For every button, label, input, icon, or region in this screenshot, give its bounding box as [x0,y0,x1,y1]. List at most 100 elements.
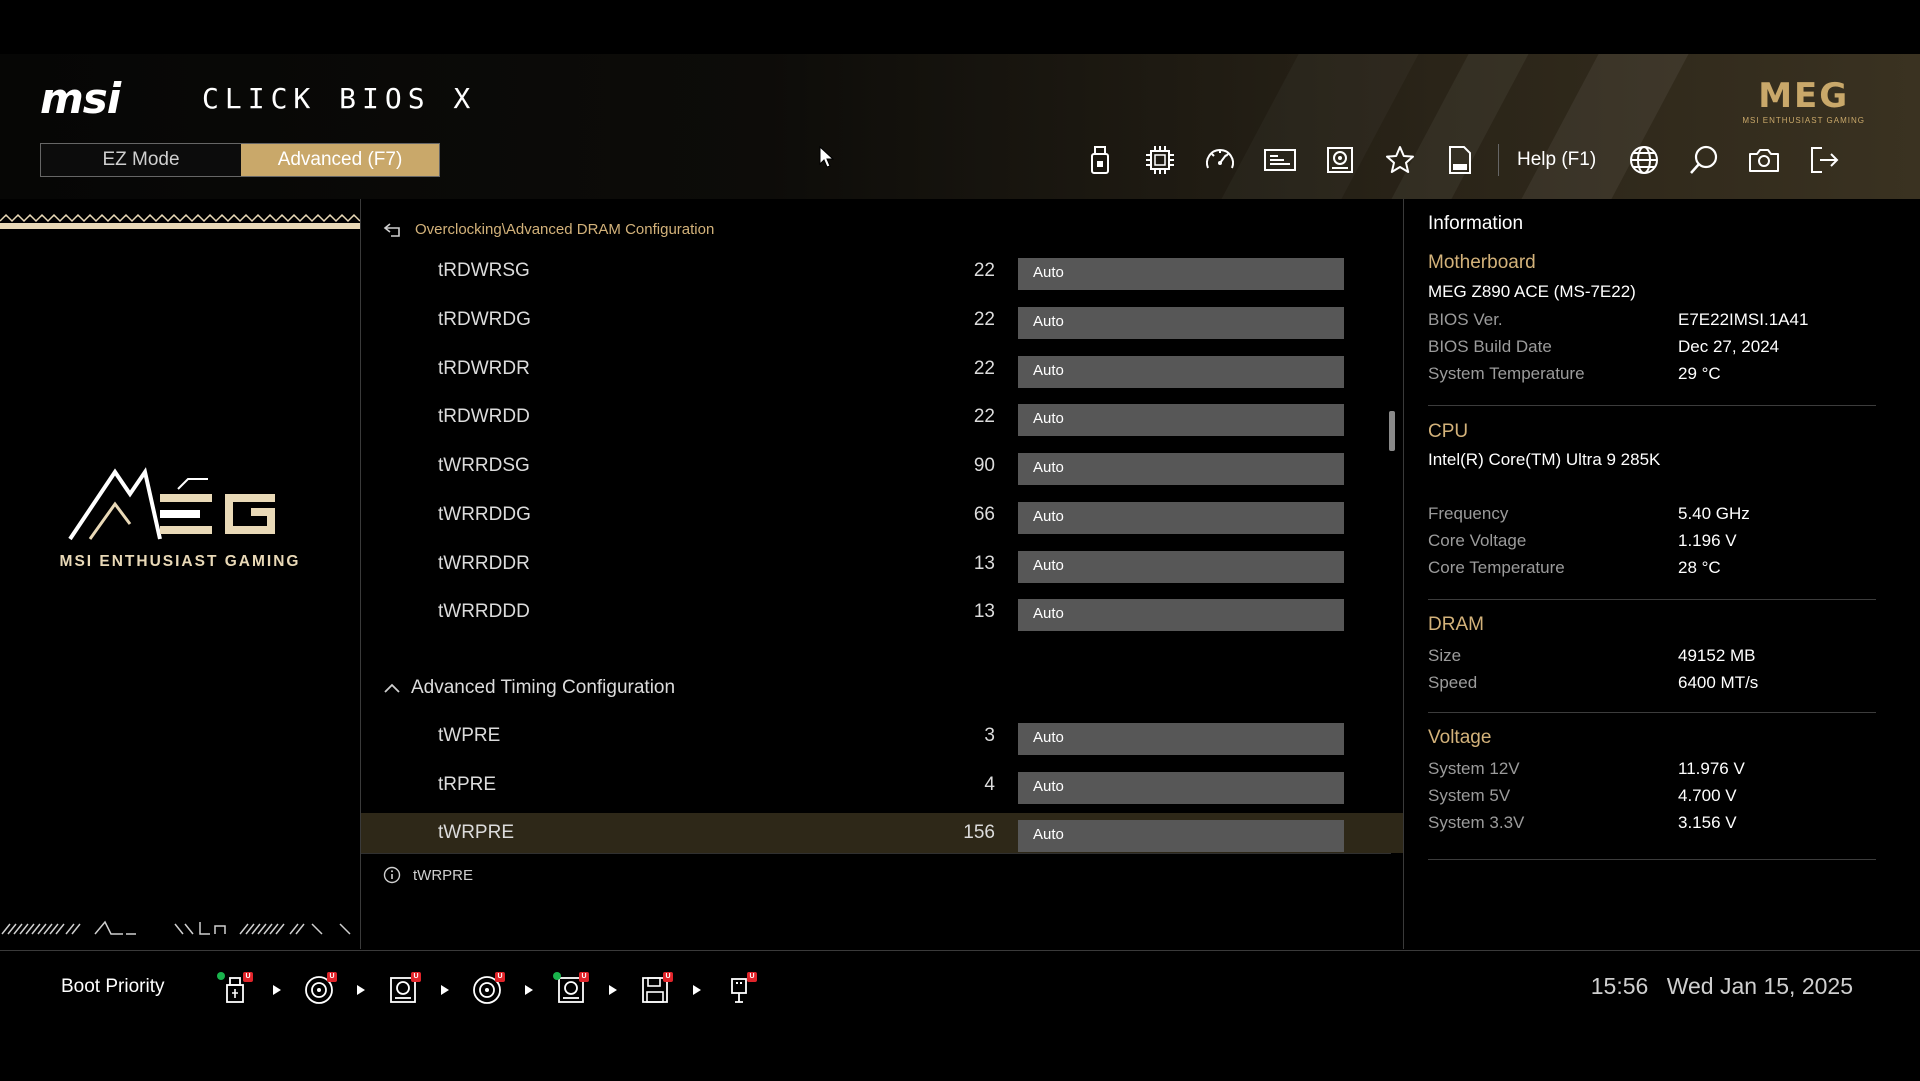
arrow-right-icon [507,984,551,996]
section-divider [1428,712,1876,713]
section-divider [1428,405,1876,406]
setting-field-value: Auto [1033,264,1064,281]
dram-size-label: Size [1428,646,1462,665]
globe-icon[interactable] [1614,142,1674,178]
setting-dropdown[interactable]: Auto [1018,772,1344,804]
setting-dropdown[interactable]: Auto [1018,599,1344,631]
exit-icon[interactable] [1794,142,1854,178]
setting-dropdown[interactable]: Auto [1018,453,1344,485]
help-button[interactable]: Help (F1) [1517,149,1596,171]
arrow-right-icon [675,984,719,996]
setting-dropdown[interactable]: Auto [1018,723,1344,755]
system-12v-value: 11.976 V [1678,759,1745,778]
setting-value: 66 [973,504,995,525]
speedometer-icon[interactable] [1190,142,1250,178]
log-file-icon[interactable] [1430,142,1490,178]
advanced-mode-button[interactable]: Advanced (F7) [241,144,439,176]
monitor-panel-icon[interactable] [1250,142,1310,178]
setting-name: tRDWRDG [438,309,531,330]
system-temperature-label: System Temperature [1428,364,1585,383]
setting-name: tRDWRSG [438,260,530,281]
setting-value: 90 [973,455,995,476]
setting-row[interactable]: tWRRDDD 13 Auto [361,592,1403,632]
usb-device-icon[interactable]: U [719,972,759,1008]
setting-row[interactable]: tRPRE 4 Auto [361,765,1403,805]
setting-dropdown[interactable]: Auto [1018,356,1344,388]
ez-mode-button[interactable]: EZ Mode [41,144,241,176]
setting-name: tRDWRDR [438,358,530,379]
setting-dropdown[interactable]: Auto [1018,307,1344,339]
back-arrow-icon [383,222,400,237]
setting-row[interactable]: tWRRDSG 90 Auto [361,446,1403,486]
header-bar: msi CLICK BIOS X EZ Mode Advanced (F7) H… [0,54,1920,199]
setting-field-value: Auto [1033,605,1064,622]
system-3v3-value: 3.156 V [1678,813,1737,832]
clock-time: 15:56 [1590,973,1649,999]
status-dot [553,972,561,980]
item-help: tWRPRE [383,866,473,884]
usb-flash-icon[interactable] [1070,142,1130,178]
system-5v-label: System 5V [1428,786,1511,805]
arrow-right-icon [255,984,299,996]
setting-dropdown[interactable]: Auto [1018,820,1344,852]
setting-row[interactable]: tRDWRDR 22 Auto [361,349,1403,389]
bottom-pattern-decoration [1,920,351,935]
meg-emblem-tagline: MSI ENTHUSIAST GAMING [59,553,301,570]
search-icon[interactable] [1674,142,1734,178]
meg-logo-text: MEG [1758,76,1850,116]
optical-disc-icon[interactable]: U [299,972,339,1008]
bios-build-date-value: Dec 27, 2024 [1678,337,1780,356]
setting-dropdown[interactable]: Auto [1018,551,1344,583]
setting-row[interactable]: tRDWRSG 22 Auto [361,251,1403,291]
setting-dropdown[interactable]: Auto [1018,258,1344,290]
setting-name: tRPRE [438,774,497,795]
screenshot-camera-icon[interactable] [1734,142,1794,178]
arrow-right-icon [423,984,467,996]
meg-tagline: MSI ENTHUSIAST GAMING [1742,116,1865,125]
core-voltage-value: 1.196 V [1678,531,1737,550]
mode-switch: EZ Mode Advanced (F7) [40,143,440,177]
setting-row[interactable]: tWPRE 3 Auto [361,716,1403,756]
setting-field-value: Auto [1033,459,1064,476]
optical-disc-icon[interactable]: U [467,972,507,1008]
setting-field-value: Auto [1033,508,1064,525]
usb-key-icon[interactable]: U [215,972,255,1008]
setting-name: tWRRDDR [438,553,530,574]
left-panel: MSI ENTHUSIAST GAMING [0,199,361,949]
system-3v3-label: System 3.3V [1428,813,1525,832]
setting-field-value: Auto [1033,729,1064,746]
core-temperature-label: Core Temperature [1428,558,1565,577]
favorite-star-icon[interactable] [1370,142,1430,178]
network-disk-icon[interactable]: U [551,972,591,1008]
settings-panel: Overclocking\Advanced DRAM Configuration… [361,199,1404,949]
motherboard-model: MEG Z890 ACE (MS-7E22) [1428,282,1636,301]
setting-field-value: Auto [1033,410,1064,427]
section-header-advanced-timing[interactable]: Advanced Timing Configuration [383,677,675,699]
system-temperature-value: 29 °C [1678,364,1721,383]
setting-row[interactable]: tRDWRDG 22 Auto [361,300,1403,340]
scrollbar-thumb[interactable] [1389,411,1395,451]
status-dot [217,972,225,980]
setting-dropdown[interactable]: Auto [1018,404,1344,436]
hard-disk-icon[interactable]: U [383,972,423,1008]
bios-ver-label: BIOS Ver. [1428,310,1503,329]
setting-value: 13 [973,553,995,574]
cpu-icon[interactable] [1130,142,1190,178]
system-12v-label: System 12V [1428,759,1520,778]
breadcrumb[interactable]: Overclocking\Advanced DRAM Configuration [383,221,714,238]
setting-row[interactable]: tWRRDDR 13 Auto [361,544,1403,584]
setting-name: tRDWRDD [438,406,530,427]
toolbar: Help (F1) [1070,142,1854,178]
product-title: CLICK BIOS X [202,82,477,115]
setting-row[interactable]: tRDWRDD 22 Auto [361,397,1403,437]
setting-field-value: Auto [1033,557,1064,574]
meg-emblem-graphic [68,467,275,541]
help-description: tWRPRE [413,866,473,884]
dram-speed-value: 6400 MT/s [1678,673,1759,692]
setting-row[interactable]: tWRRDDG 66 Auto [361,495,1403,535]
floppy-disk-icon[interactable]: U [635,972,675,1008]
hardware-monitor-icon[interactable] [1310,142,1370,178]
help-divider [361,853,1391,854]
setting-row-selected[interactable]: tWRPRE 156 Auto [361,813,1403,853]
setting-dropdown[interactable]: Auto [1018,502,1344,534]
